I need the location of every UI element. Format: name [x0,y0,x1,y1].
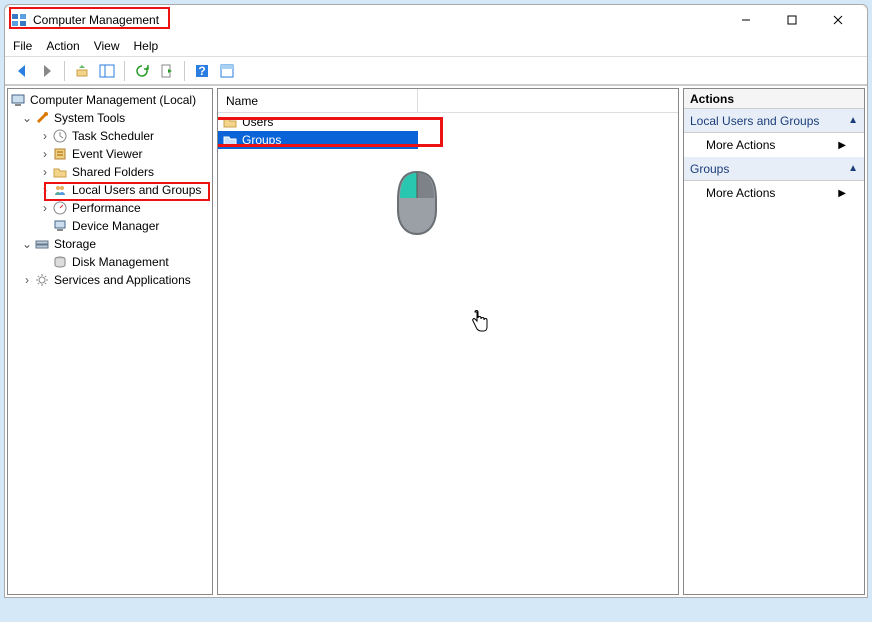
event-icon [52,146,68,162]
help-button[interactable]: ? [191,60,213,82]
menu-help[interactable]: Help [134,39,159,53]
minimize-button[interactable] [723,5,769,35]
tree-label: Device Manager [72,219,159,233]
clock-icon [52,128,68,144]
collapse-icon: ▲ [848,115,858,126]
actions-section-lug[interactable]: Local Users and Groups ▲ [684,109,864,133]
services-icon [34,272,50,288]
tree-task-scheduler[interactable]: › Task Scheduler [10,127,210,145]
expand-icon[interactable]: › [38,201,52,215]
users-icon [52,182,68,198]
list-item-users[interactable]: Users [218,113,678,131]
folder-icon [222,132,238,148]
actions-section-label: Local Users and Groups [690,114,819,128]
tree-root-label: Computer Management (Local) [30,93,196,107]
collapse-icon[interactable]: ⌄ [20,111,34,125]
tree-label: Storage [54,237,96,251]
actions-more-2[interactable]: More Actions ▶ [684,181,864,205]
list-item-groups[interactable]: Groups [218,131,418,149]
tools-icon [34,110,50,126]
expand-icon[interactable]: › [38,129,52,143]
titlebar[interactable]: Computer Management [5,5,867,35]
tree-label: Event Viewer [72,147,142,161]
menu-view[interactable]: View [94,39,120,53]
disk-icon [52,254,68,270]
device-icon [52,218,68,234]
tree-system-tools[interactable]: ⌄ System Tools [10,109,210,127]
actions-header: Actions [684,89,864,109]
menu-action[interactable]: Action [46,39,79,53]
toolbar: ? [5,57,867,85]
window-title: Computer Management [33,13,159,27]
list-item-label: Users [242,115,273,129]
tree-pane[interactable]: Computer Management (Local) ⌄ System Too… [7,88,213,595]
menu-file[interactable]: File [13,39,32,53]
actions-more-1[interactable]: More Actions ▶ [684,133,864,157]
storage-icon [34,236,50,252]
expand-icon[interactable]: › [20,273,34,287]
tree-disk-management[interactable]: › Disk Management [10,253,210,271]
tree-storage[interactable]: ⌄ Storage [10,235,210,253]
expand-icon[interactable]: › [38,183,52,197]
tree-device-manager[interactable]: › Device Manager [10,217,210,235]
actions-section-label: Groups [690,162,729,176]
tree-label: Disk Management [72,255,169,269]
tree-root[interactable]: Computer Management (Local) [10,91,210,109]
app-icon [11,12,27,28]
tree-label: Local Users and Groups [72,183,201,197]
properties-button[interactable] [216,60,238,82]
collapse-icon[interactable]: ⌄ [20,237,34,251]
close-button[interactable] [815,5,861,35]
expand-icon[interactable]: › [38,165,52,179]
actions-item-label: More Actions [706,186,775,200]
list-header: Name [218,89,678,113]
folder-icon [222,114,238,130]
maximize-button[interactable] [769,5,815,35]
back-button[interactable] [11,60,33,82]
perf-icon [52,200,68,216]
up-button[interactable] [71,60,93,82]
list-item-label: Groups [242,133,281,147]
tree-event-viewer[interactable]: › Event Viewer [10,145,210,163]
window: Computer Management File Action View Hel… [4,4,868,598]
tree-label: Performance [72,201,141,215]
tree-performance[interactable]: › Performance [10,199,210,217]
tree-services-apps[interactable]: › Services and Applications [10,271,210,289]
svg-text:?: ? [198,64,205,78]
collapse-icon: ▲ [848,163,858,174]
expand-icon[interactable]: › [38,147,52,161]
tree-label: Shared Folders [72,165,154,179]
export-button[interactable] [156,60,178,82]
submenu-icon: ▶ [838,188,846,199]
actions-pane: Actions Local Users and Groups ▲ More Ac… [683,88,865,595]
tree-local-users-groups[interactable]: › Local Users and Groups [10,181,210,199]
submenu-icon: ▶ [838,140,846,151]
actions-section-groups[interactable]: Groups ▲ [684,157,864,181]
column-name[interactable]: Name [218,89,418,112]
refresh-button[interactable] [131,60,153,82]
show-hide-tree-button[interactable] [96,60,118,82]
computer-icon [10,92,26,108]
list-pane[interactable]: Name Users Groups [217,88,679,595]
tree-shared-folders[interactable]: › Shared Folders [10,163,210,181]
actions-item-label: More Actions [706,138,775,152]
content-body: Computer Management (Local) ⌄ System Too… [5,85,867,597]
folder-icon [52,164,68,180]
tree-label: Task Scheduler [72,129,154,143]
tree-label: System Tools [54,111,125,125]
menubar: File Action View Help [5,35,867,57]
tree-label: Services and Applications [54,273,191,287]
forward-button[interactable] [36,60,58,82]
